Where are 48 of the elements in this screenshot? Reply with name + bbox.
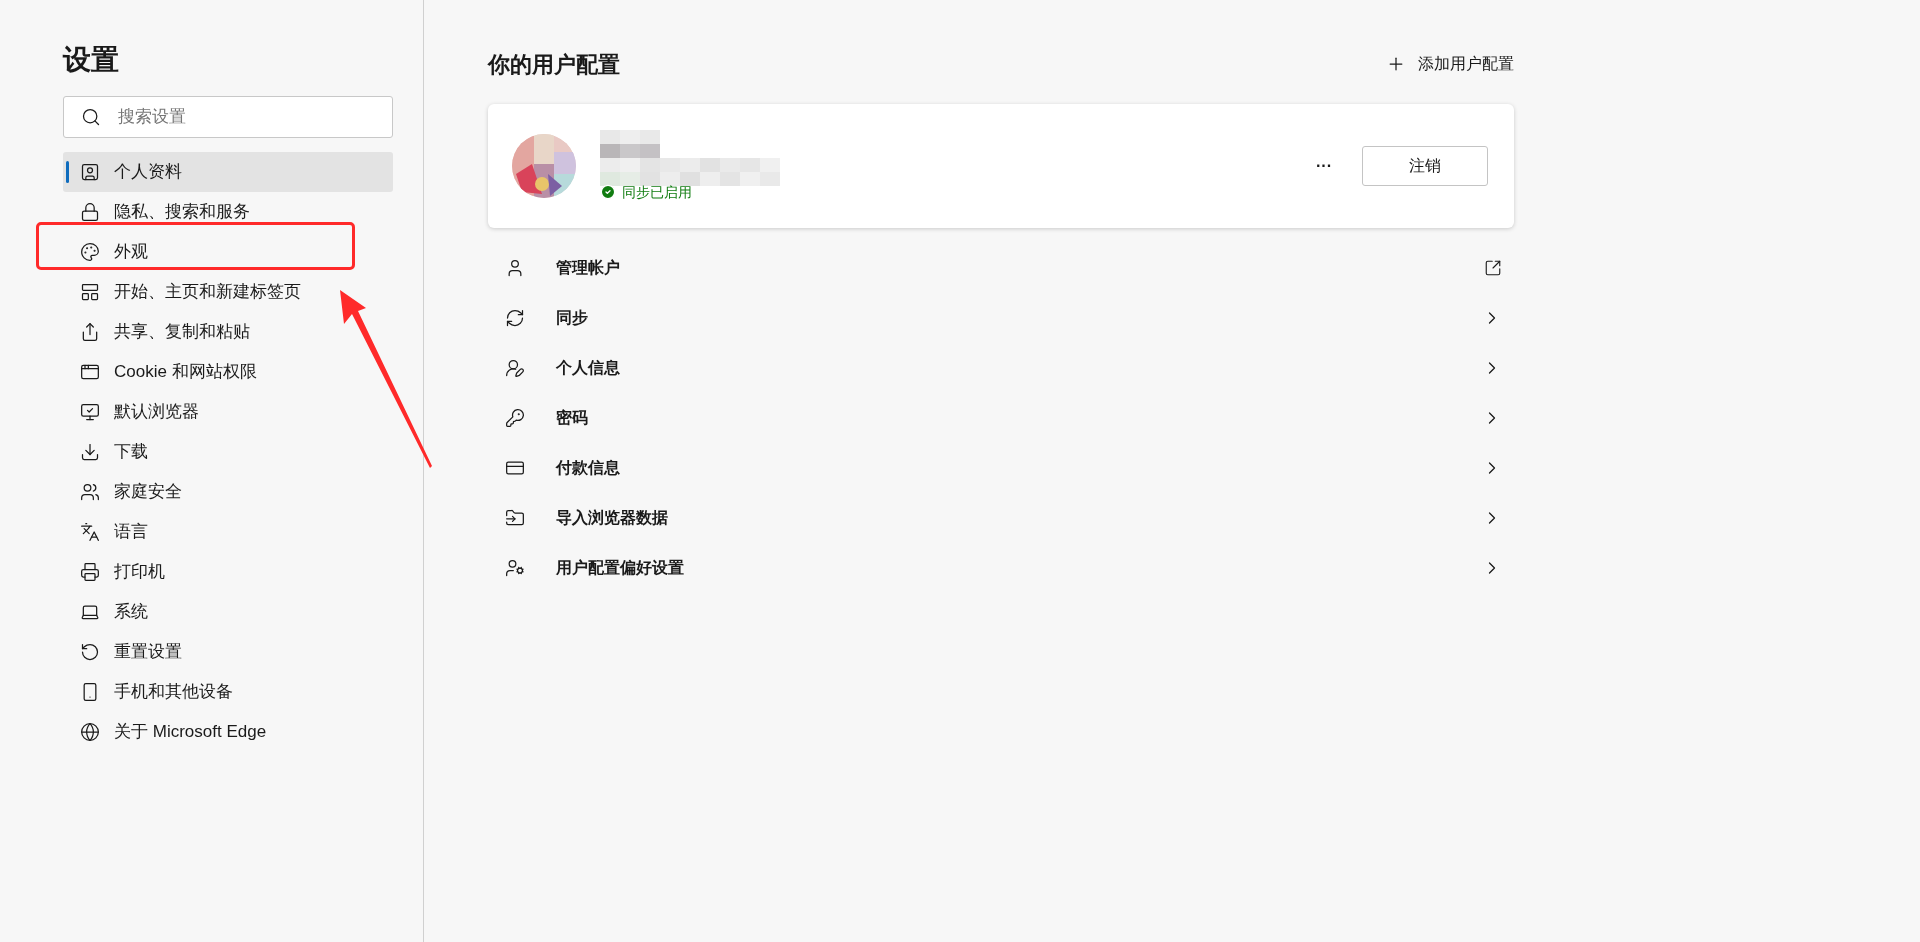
browser-check-icon [80,402,100,422]
sync-status: 同步已启用 [622,182,692,202]
sync-icon [505,308,525,328]
section-title: 你的用户配置 [488,50,620,79]
sidebar-item[interactable]: 外观 [63,232,393,272]
external-link-icon [1484,259,1502,277]
sidebar-item[interactable]: 关于 Microsoft Edge [63,712,393,752]
settings-row[interactable]: 用户配置偏好设置 [488,543,1514,593]
sidebar-item[interactable]: 共享、复制和粘贴 [63,312,393,352]
sidebar-item[interactable]: 家庭安全 [63,472,393,512]
sidebar-item[interactable]: 隐私、搜索和服务 [63,192,393,232]
settings-row[interactable]: 导入浏览器数据 [488,493,1514,543]
add-profile-button[interactable]: 添加用户配置 [1386,52,1514,76]
lock-icon [80,202,100,222]
download-icon [80,442,100,462]
family-icon [80,482,100,502]
settings-row[interactable]: 付款信息 [488,443,1514,493]
page-title: 设置 [63,43,119,77]
settings-row[interactable]: 管理帐户 [488,243,1514,293]
sidebar-item[interactable]: 开始、主页和新建标签页 [63,272,393,312]
sign-out-button[interactable]: 注销 [1362,146,1488,186]
printer-icon [80,562,100,582]
sidebar-item[interactable]: Cookie 和网站权限 [63,352,393,392]
sidebar-item[interactable]: 系统 [63,592,393,632]
palette-icon [80,242,100,262]
sidebar-item[interactable]: 手机和其他设备 [63,672,393,712]
sidebar-item[interactable]: 默认浏览器 [63,392,393,432]
profile-icon [80,162,100,182]
search-icon [81,107,101,127]
folder-arrows-icon [505,508,525,528]
language-icon [80,522,100,542]
share-icon [80,322,100,342]
search-field[interactable]: 搜索设置 [63,96,393,138]
settings-row[interactable]: 个人信息 [488,343,1514,393]
page-layout-icon [80,282,100,302]
reset-icon [80,642,100,662]
sidebar-item[interactable]: 语言 [63,512,393,552]
check-circle-icon [600,184,616,200]
sidebar-item[interactable]: 重置设置 [63,632,393,672]
person-gear-icon [505,558,525,578]
key-icon [505,408,525,428]
settings-row[interactable]: 密码 [488,393,1514,443]
settings-row[interactable]: 同步 [488,293,1514,343]
more-button[interactable]: ··· [1312,154,1336,178]
selection-indicator [66,161,69,183]
sidebar-item[interactable]: 打印机 [63,552,393,592]
sidebar-item[interactable]: 个人资料 [63,152,393,192]
sidebar-item[interactable]: 下载 [63,432,393,472]
